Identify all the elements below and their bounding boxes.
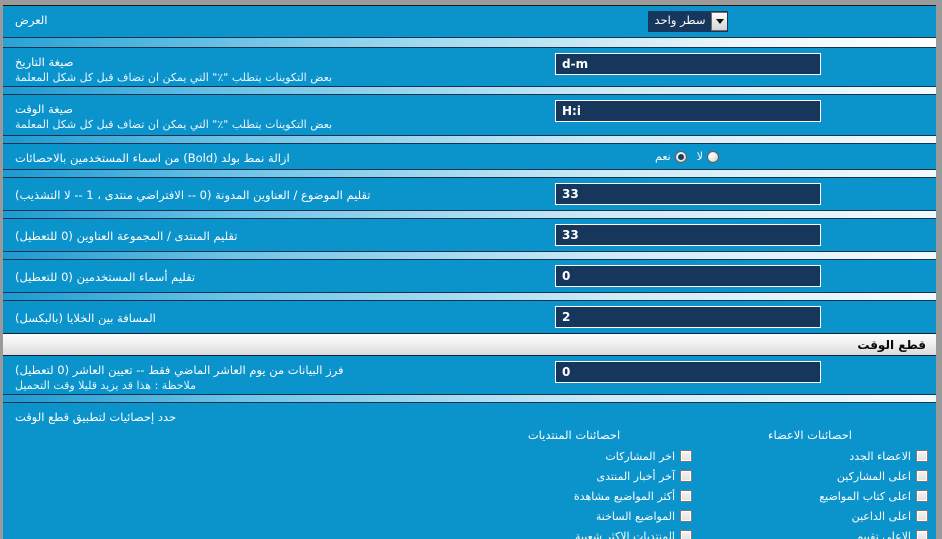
checkbox-icon[interactable]: [680, 490, 692, 502]
row-time-cutoff: فرز البيانات من يوم العاشر الماضي فقط --…: [3, 356, 936, 394]
list-item[interactable]: آخر أخبار المنتدى: [456, 466, 692, 486]
row-display: سطر واحد العرض: [3, 6, 936, 37]
separator-3: [3, 135, 936, 144]
separator-2: [3, 86, 936, 95]
trim-topic-label: تقليم الموضوع / العناوين المدونة (0 -- ا…: [15, 188, 371, 202]
stats-column-forums: احصائنات المنتديات اخر المشاركات آخر أخب…: [456, 427, 692, 539]
radio-no-label: لا: [696, 150, 703, 163]
remove-bold-radio-group: لا نعم: [655, 150, 721, 163]
apply-stats-label: حدد إحصائيات لتطبيق قطع الوقت: [15, 409, 177, 424]
list-item[interactable]: اعلى كتاب المواضيع: [692, 486, 928, 506]
time-cutoff-label: فرز البيانات من يوم العاشر الماضي فقط --…: [15, 363, 344, 377]
time-format-label: صيغة الوقت: [15, 102, 74, 116]
radio-option-no[interactable]: لا: [697, 150, 719, 163]
cell-spacing-control: [448, 306, 928, 328]
list-item[interactable]: اعلى الداعين: [692, 506, 928, 526]
row-remove-bold: لا نعم ازالة نمط بولد (Bold) من اسماء ال…: [3, 144, 936, 169]
cell-spacing-label: المسافة بين الخلايا (بالبكسل): [15, 311, 156, 325]
row-trim-usernames: تقليم أسماء المستخدمين (0 للتعطيل): [3, 260, 936, 292]
trim-forum-control: [448, 224, 928, 246]
list-item[interactable]: اعلى المشاركين: [692, 466, 928, 486]
time-cutoff-section-title: قطع الوقت: [857, 337, 926, 352]
separator-1: [3, 37, 936, 48]
row-apply-stats: حدد إحصائيات لتطبيق قطع الوقت: [3, 403, 936, 424]
checkbox-icon[interactable]: [916, 530, 928, 539]
row-time-format: صيغة الوقت بعض التكوينات يتطلب "٪" التي …: [3, 95, 936, 135]
checkbox-icon[interactable]: [916, 470, 928, 482]
separator-8: [3, 394, 936, 403]
list-item-label: الاعلى تقييم: [856, 529, 911, 539]
list-item[interactable]: المنتديات الاكثر شعبية: [456, 526, 692, 539]
list-item-label: اخر المشاركات: [605, 449, 675, 463]
separator-6: [3, 251, 936, 260]
display-select-cell: سطر واحد: [448, 11, 928, 32]
time-cutoff-labels: فرز البيانات من يوم العاشر الماضي فقط --…: [11, 361, 448, 393]
list-item-label: اعلى الداعين: [851, 509, 911, 523]
settings-panel: سطر واحد العرض صيغة التاريخ بعض التكوينا…: [0, 0, 942, 539]
time-format-input[interactable]: [555, 100, 821, 122]
trim-usernames-label: تقليم أسماء المستخدمين (0 للتعطيل): [15, 270, 196, 284]
time-cutoff-control: [448, 361, 928, 383]
trim-usernames-input[interactable]: [555, 265, 821, 287]
stats-column-members-title: احصائنات الاعضاء: [768, 428, 852, 442]
list-item[interactable]: الاعلى تقييم: [692, 526, 928, 539]
radio-option-yes[interactable]: نعم: [655, 150, 687, 163]
checkbox-icon[interactable]: [680, 510, 692, 522]
list-item-label: المواضيع الساخنة: [595, 509, 675, 523]
trim-topic-input[interactable]: [555, 183, 821, 205]
display-select-value: سطر واحد: [648, 12, 712, 31]
list-item-label: أكثر المواضيع مشاهدة: [573, 489, 675, 503]
separator-7: [3, 292, 936, 301]
stats-checkbox-columns: احصائنات الاعضاء الاعضاء الجدد اعلى المش…: [3, 423, 936, 539]
list-item-label: المنتديات الاكثر شعبية: [575, 529, 675, 539]
date-format-labels: صيغة التاريخ بعض التكوينات يتطلب "٪" الت…: [11, 53, 448, 85]
list-item-label: الاعضاء الجدد: [849, 449, 911, 463]
time-format-hint: بعض التكوينات يتطلب "٪" التي يمكن ان تضا…: [15, 118, 333, 131]
date-format-input[interactable]: [555, 53, 821, 75]
checkbox-icon[interactable]: [916, 490, 928, 502]
row-date-format: صيغة التاريخ بعض التكوينات يتطلب "٪" الت…: [3, 48, 936, 86]
list-item[interactable]: الاعضاء الجدد: [692, 446, 928, 466]
time-cutoff-input[interactable]: [555, 361, 821, 383]
trim-forum-label: تقليم المنتدى / المجموعة العناوين (0 للت…: [15, 229, 238, 243]
remove-bold-control: لا نعم: [448, 150, 928, 163]
remove-bold-label: ازالة نمط بولد (Bold) من اسماء المستخدمي…: [15, 150, 290, 165]
trim-forum-input[interactable]: [555, 224, 821, 246]
checkbox-icon[interactable]: [916, 450, 928, 462]
radio-yes-icon[interactable]: [674, 150, 687, 163]
trim-topic-control: [448, 183, 928, 205]
row-trim-topic-titles: تقليم الموضوع / العناوين المدونة (0 -- ا…: [3, 178, 936, 210]
cell-spacing-input[interactable]: [555, 306, 821, 328]
checkbox-icon[interactable]: [680, 450, 692, 462]
separator-5: [3, 210, 936, 219]
separator-4: [3, 169, 936, 178]
time-format-control: [448, 100, 928, 122]
stats-column-forums-title: احصائنات المنتديات: [527, 428, 621, 442]
date-format-hint: بعض التكوينات يتطلب "٪" التي يمكن ان تضا…: [15, 71, 333, 84]
list-item[interactable]: اخر المشاركات: [456, 446, 692, 466]
row-trim-forum-titles: تقليم المنتدى / المجموعة العناوين (0 للت…: [3, 219, 936, 251]
display-select[interactable]: سطر واحد: [647, 11, 729, 32]
date-format-label: صيغة التاريخ: [15, 55, 74, 69]
time-cutoff-note: ملاحظة : هذا قد يزيد قليلا وقت التحميل: [15, 379, 196, 392]
time-format-labels: صيغة الوقت بعض التكوينات يتطلب "٪" التي …: [11, 100, 448, 132]
stats-column-members: احصائنات الاعضاء الاعضاء الجدد اعلى المش…: [692, 427, 928, 539]
checkbox-icon[interactable]: [680, 530, 692, 539]
list-item-label: اعلى المشاركين: [836, 469, 911, 483]
display-label: العرض: [15, 13, 48, 27]
time-cutoff-section-header: قطع الوقت: [3, 333, 936, 356]
list-item[interactable]: المواضيع الساخنة: [456, 506, 692, 526]
checkbox-icon[interactable]: [680, 470, 692, 482]
radio-yes-label: نعم: [655, 150, 671, 163]
list-item-label: اعلى كتاب المواضيع: [819, 489, 911, 503]
list-item[interactable]: أكثر المواضيع مشاهدة: [456, 486, 692, 506]
list-item-label: آخر أخبار المنتدى: [596, 469, 675, 483]
checkbox-icon[interactable]: [916, 510, 928, 522]
row-cell-spacing: المسافة بين الخلايا (بالبكسل): [3, 301, 936, 333]
date-format-control: [448, 53, 928, 75]
chevron-down-icon[interactable]: [711, 12, 728, 31]
trim-usernames-control: [448, 265, 928, 287]
radio-no-icon[interactable]: [707, 150, 719, 163]
